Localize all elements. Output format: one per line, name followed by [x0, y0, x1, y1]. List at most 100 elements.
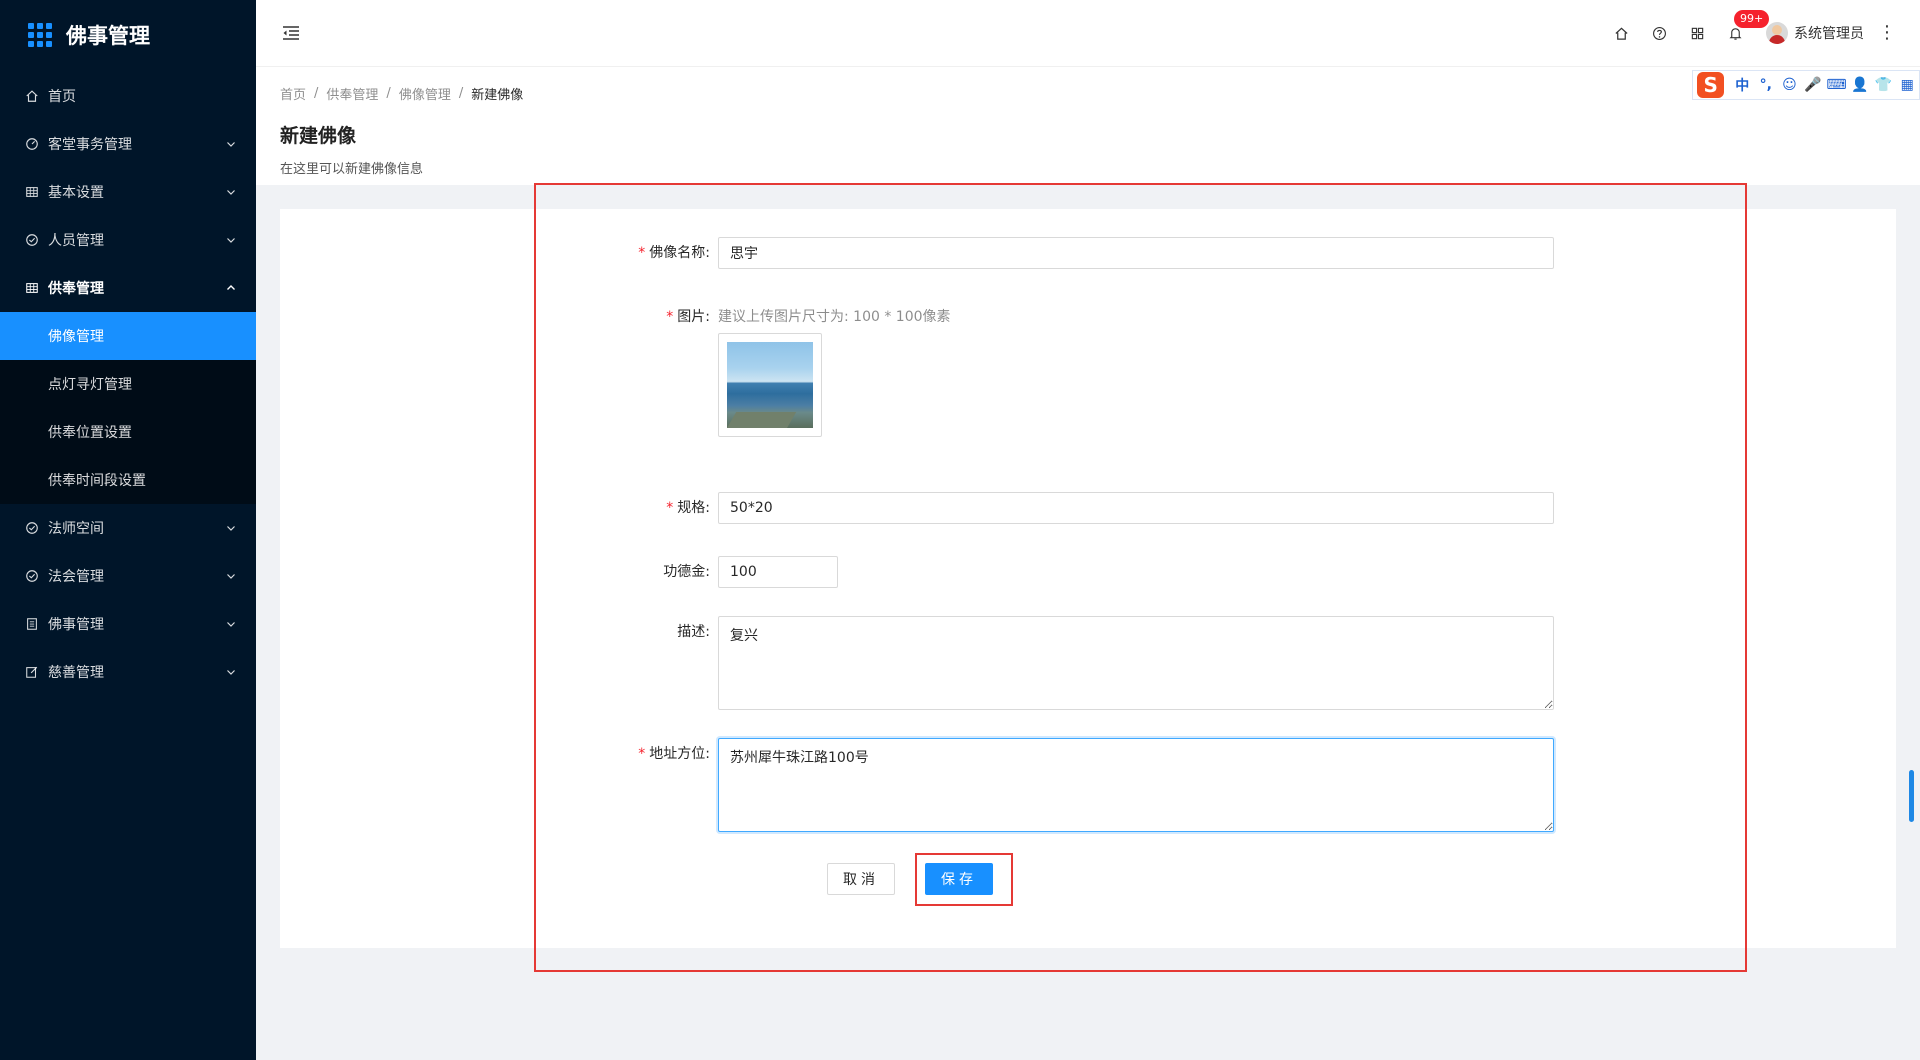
required-mark: *: [638, 746, 646, 762]
sidebar-item-personnel[interactable]: 人员管理: [0, 216, 256, 264]
page-title: 新建佛像: [280, 125, 357, 147]
merit-amount-input[interactable]: [718, 556, 838, 588]
required-mark: *: [666, 309, 674, 325]
save-button[interactable]: 保存: [925, 863, 993, 895]
statue-name-input[interactable]: [718, 237, 1554, 269]
form-row-merit: 功德金:: [280, 556, 838, 588]
document-icon: [24, 616, 40, 632]
page-header: 首页 / 供奉管理 / 佛像管理 / 新建佛像 新建佛像 在这里可以新建佛像信息: [256, 67, 1920, 185]
avatar: [1766, 22, 1788, 44]
sidebar-item-offering-times[interactable]: 供奉时间段设置: [0, 456, 256, 504]
edit-icon: [24, 664, 40, 680]
form-row-image: * 图片: 建议上传图片尺寸为: 100 * 100像素: [280, 301, 951, 437]
address-textarea[interactable]: 苏州犀牛珠江路100号: [718, 738, 1554, 832]
description-textarea[interactable]: 复兴: [718, 616, 1554, 710]
sidebar-item-buddhist-affairs[interactable]: 佛事管理: [0, 600, 256, 648]
more-vertical-icon[interactable]: ⋮: [1878, 24, 1896, 42]
check-circle-icon: [24, 568, 40, 584]
sidebar-item-offering[interactable]: 供奉管理: [0, 264, 256, 312]
sidebar-item-label: 佛像管理: [48, 329, 104, 345]
apps-grid-icon: [28, 23, 52, 47]
user-menu[interactable]: 系统管理员: [1766, 22, 1864, 44]
top-header: 99+ 系统管理员 ⋮: [256, 0, 1920, 67]
check-circle-icon: [24, 232, 40, 248]
chevron-down-icon: [227, 142, 235, 147]
breadcrumb-buddha-statues[interactable]: 佛像管理: [399, 84, 451, 103]
emoji-icon[interactable]: ☺: [1778, 77, 1802, 93]
form-row-description: 描述: 复兴: [280, 616, 1554, 710]
sidebar-item-charity[interactable]: 慈善管理: [0, 648, 256, 696]
keyboard-icon[interactable]: ⌨: [1825, 77, 1849, 93]
image-field: 建议上传图片尺寸为: 100 * 100像素: [718, 301, 951, 437]
app-title: 佛事管理: [66, 24, 150, 48]
form-label: * 佛像名称:: [638, 245, 710, 261]
sidebar-item-label: 法会管理: [48, 569, 104, 585]
sidebar-item-label: 人员管理: [48, 233, 104, 249]
header-actions: 99+ 系统管理员 ⋮: [1602, 10, 1896, 52]
dashboard-icon: [24, 136, 40, 152]
sidebar-item-buddha-statues[interactable]: 佛像管理: [0, 312, 256, 360]
breadcrumb-offering[interactable]: 供奉管理: [326, 84, 378, 103]
uploaded-image-thumbnail[interactable]: [727, 342, 813, 428]
breadcrumb: 首页 / 供奉管理 / 佛像管理 / 新建佛像: [280, 84, 1896, 103]
spec-input[interactable]: [718, 492, 1554, 524]
ime-punctuation-toggle[interactable]: °,: [1754, 77, 1778, 93]
sidebar-item-home[interactable]: 首页: [0, 72, 256, 120]
home-icon[interactable]: [1602, 14, 1640, 52]
apps-icon[interactable]: [1678, 14, 1716, 52]
help-icon[interactable]: [1640, 14, 1678, 52]
sidebar-item-master-space[interactable]: 法师空间: [0, 504, 256, 552]
breadcrumb-separator: /: [314, 86, 319, 101]
required-mark: *: [666, 500, 674, 516]
sidebar-item-reception[interactable]: 客堂事务管理: [0, 120, 256, 168]
table-icon: [24, 184, 40, 200]
form-label: * 规格:: [666, 500, 710, 516]
check-circle-icon: [24, 520, 40, 536]
sidebar-submenu-offering: 佛像管理 点灯寻灯管理 供奉位置设置 供奉时间段设置: [0, 312, 256, 504]
sidebar-item-label: 点灯寻灯管理: [48, 377, 132, 393]
scrollbar-thumb[interactable]: [1909, 770, 1914, 822]
breadcrumb-separator: /: [458, 86, 464, 101]
sidebar-menu: 首页 客堂事务管理 基本设置 人员管理 供奉管理 佛像管理 点灯寻灯管理 供奉位…: [0, 72, 256, 696]
chevron-down-icon: [227, 526, 235, 531]
sidebar-item-label: 基本设置: [48, 185, 104, 201]
upload-hint: 建议上传图片尺寸为: 100 * 100像素: [718, 309, 951, 325]
sidebar-item-label: 客堂事务管理: [48, 137, 132, 153]
sidebar-item-label: 供奉管理: [48, 281, 104, 297]
bell-icon[interactable]: 99+: [1716, 10, 1770, 52]
form-row-name: * 佛像名称:: [280, 237, 1554, 269]
sidebar-item-label: 首页: [48, 89, 76, 105]
chevron-down-icon: [227, 670, 235, 675]
sidebar-item-label: 法师空间: [48, 521, 104, 537]
image-upload[interactable]: [718, 333, 822, 437]
logo[interactable]: 佛事管理: [0, 0, 256, 70]
ime-language-toggle[interactable]: 中: [1730, 75, 1754, 95]
form-label: 描述:: [677, 624, 710, 640]
breadcrumb-current: 新建佛像: [471, 88, 524, 103]
user-icon[interactable]: 👤: [1848, 77, 1872, 93]
menu-fold-icon[interactable]: [280, 22, 302, 44]
form-row-spec: * 规格:: [280, 492, 1554, 524]
microphone-icon[interactable]: 🎤: [1801, 77, 1825, 93]
sidebar-item-basic-settings[interactable]: 基本设置: [0, 168, 256, 216]
sidebar-item-label: 慈善管理: [48, 665, 104, 681]
breadcrumb-home[interactable]: 首页: [280, 84, 306, 103]
form-row-address: * 地址方位: 苏州犀牛珠江路100号: [280, 738, 1554, 832]
skin-icon[interactable]: 👕: [1872, 77, 1896, 93]
sidebar-item-lamps[interactable]: 点灯寻灯管理: [0, 360, 256, 408]
ime-logo[interactable]: S: [1697, 72, 1725, 98]
chevron-down-icon: [227, 622, 235, 627]
cancel-button[interactable]: 取消: [827, 863, 895, 895]
sidebar-item-dharma-assembly[interactable]: 法会管理: [0, 552, 256, 600]
toolbox-icon[interactable]: ▦: [1895, 77, 1919, 93]
sidebar-item-label: 佛事管理: [48, 617, 104, 633]
form-card: *佛像名称: *图片: 建议上传图片尺寸为: 100 * 100像素 *规格: …: [280, 209, 1896, 948]
sidebar-item-label: 供奉位置设置: [48, 425, 132, 441]
chevron-down-icon: [227, 238, 235, 243]
chevron-down-icon: [227, 190, 235, 195]
form-label: * 地址方位:: [638, 746, 710, 762]
chevron-down-icon: [227, 574, 235, 579]
sidebar-item-offering-locations[interactable]: 供奉位置设置: [0, 408, 256, 456]
sidebar-item-label: 供奉时间段设置: [48, 473, 146, 489]
home-icon: [24, 88, 40, 104]
